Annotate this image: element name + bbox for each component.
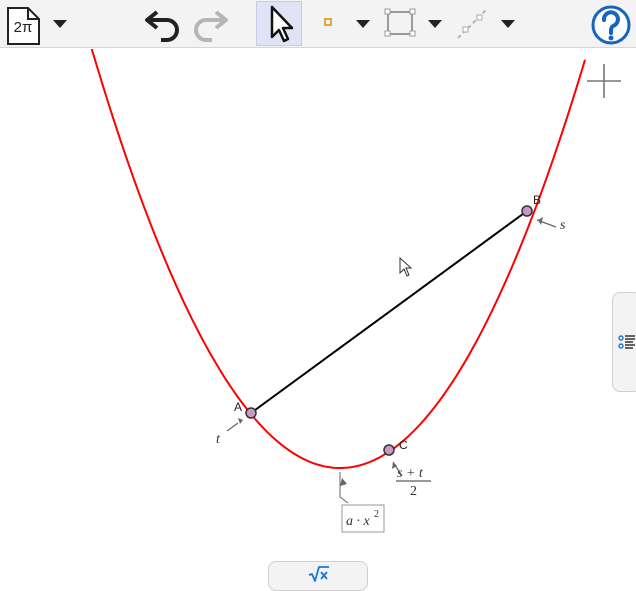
help-icon	[591, 5, 631, 45]
chevron-down-icon[interactable]	[355, 16, 371, 32]
move-cursor-icon	[270, 5, 294, 42]
param-t-label: t	[216, 432, 221, 447]
slider-t-tick	[226, 422, 239, 432]
chevron-down-icon[interactable]	[500, 16, 516, 32]
param-s-label: s	[560, 218, 566, 233]
slider-t-arrow	[238, 418, 243, 424]
point-a[interactable]	[245, 407, 257, 419]
segment-ab[interactable]	[250, 210, 528, 414]
file-label: 2π	[13, 18, 33, 36]
redo-button[interactable]	[192, 6, 232, 42]
slider-s-arrow	[538, 217, 543, 225]
undo-icon	[145, 10, 179, 42]
plus-icon[interactable]	[586, 63, 622, 99]
redo-icon	[194, 10, 228, 42]
vertex-formula-exponent: 2	[374, 509, 379, 520]
param-c-denominator: 2	[410, 484, 417, 499]
undo-button[interactable]	[143, 6, 183, 42]
file-menu-button[interactable]: 2π	[6, 4, 42, 45]
help-button[interactable]	[590, 4, 632, 46]
point-c[interactable]	[383, 444, 395, 456]
move-tool-button[interactable]	[256, 1, 302, 46]
chevron-down-icon[interactable]	[427, 16, 443, 32]
algebra-view-toggle[interactable]	[612, 292, 636, 392]
line-icon	[457, 9, 487, 39]
point-c-label: C	[399, 438, 408, 452]
point-b-label: B	[533, 193, 541, 207]
vertex-formula-base: a · x	[346, 514, 371, 529]
algebra-view-icon	[618, 335, 635, 349]
segment-tool-button[interactable]	[384, 8, 416, 38]
point-a-label: A	[234, 400, 242, 414]
vertex-arrow	[340, 478, 347, 486]
point-tool-button[interactable]	[318, 12, 338, 32]
point-icon	[324, 18, 332, 26]
line-tool-button[interactable]	[455, 6, 489, 42]
mouse-cursor-icon	[399, 256, 413, 277]
vertex-callout	[339, 472, 349, 504]
parabola-curve[interactable]	[90, 49, 586, 469]
segment-icon	[384, 8, 416, 37]
point-b[interactable]	[521, 205, 533, 217]
input-bar-toggle[interactable]	[268, 561, 368, 591]
graphics-canvas[interactable]: A B C t s s + t 2 a · x 2	[0, 49, 636, 584]
input-bar-icon	[308, 566, 329, 582]
param-c-numerator: s + t	[397, 466, 424, 481]
main-toolbar: 2π	[0, 0, 636, 48]
chevron-down-icon[interactable]	[52, 16, 68, 32]
